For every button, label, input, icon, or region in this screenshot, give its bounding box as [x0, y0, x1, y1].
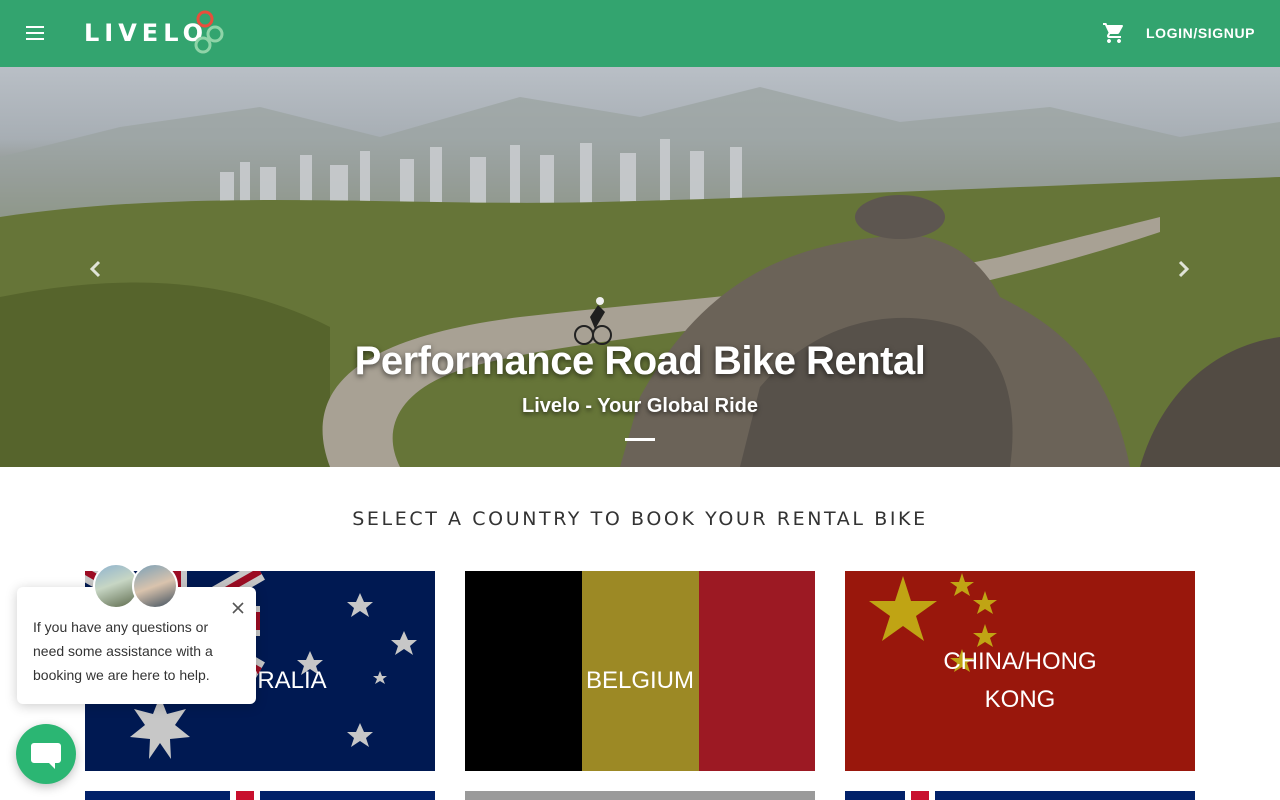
hamburger-menu-icon[interactable]	[24, 22, 48, 44]
chat-greeting-popup[interactable]: If you have any questions or need some a…	[17, 587, 256, 704]
country-label: CHINA/HONG	[943, 648, 1097, 675]
country-card-belgium[interactable]: BELGIUM	[465, 571, 815, 771]
hero-subtitle: Livelo - Your Global Ride	[522, 395, 758, 417]
logo-rings-icon	[194, 10, 224, 54]
hero-carousel: Performance Road Bike Rental Livelo - Yo…	[0, 67, 1280, 467]
chevron-right-icon[interactable]	[1171, 257, 1195, 281]
login-signup-link[interactable]: LOGIN/SIGNUP	[1146, 25, 1255, 41]
country-section-heading: SELECT A COUNTRY TO BOOK YOUR RENTAL BIK…	[352, 508, 928, 530]
country-card-row2-3[interactable]	[845, 791, 1195, 800]
chevron-left-icon[interactable]	[84, 257, 108, 281]
carousel-indicator[interactable]	[625, 438, 655, 441]
country-card-row2-1[interactable]	[85, 791, 435, 800]
top-navigation-bar: LIVELO LOGIN/SIGNUP	[0, 0, 1280, 67]
hero-title: Performance Road Bike Rental	[354, 339, 926, 383]
chat-message: If you have any questions or need some a…	[33, 619, 213, 683]
country-card-row2-2[interactable]	[465, 791, 815, 800]
shopping-cart-icon[interactable]	[1102, 21, 1126, 45]
livelo-logo[interactable]: LIVELO	[84, 6, 234, 58]
country-label: BELGIUM	[585, 667, 695, 694]
country-label-line-2: KONG	[984, 686, 1056, 713]
support-agent-avatar	[132, 563, 178, 609]
close-icon[interactable]	[230, 600, 246, 616]
chat-bubble-icon[interactable]	[16, 724, 76, 784]
country-card-china-hong-kong[interactable]: CHINA/HONG KONG	[845, 571, 1195, 771]
